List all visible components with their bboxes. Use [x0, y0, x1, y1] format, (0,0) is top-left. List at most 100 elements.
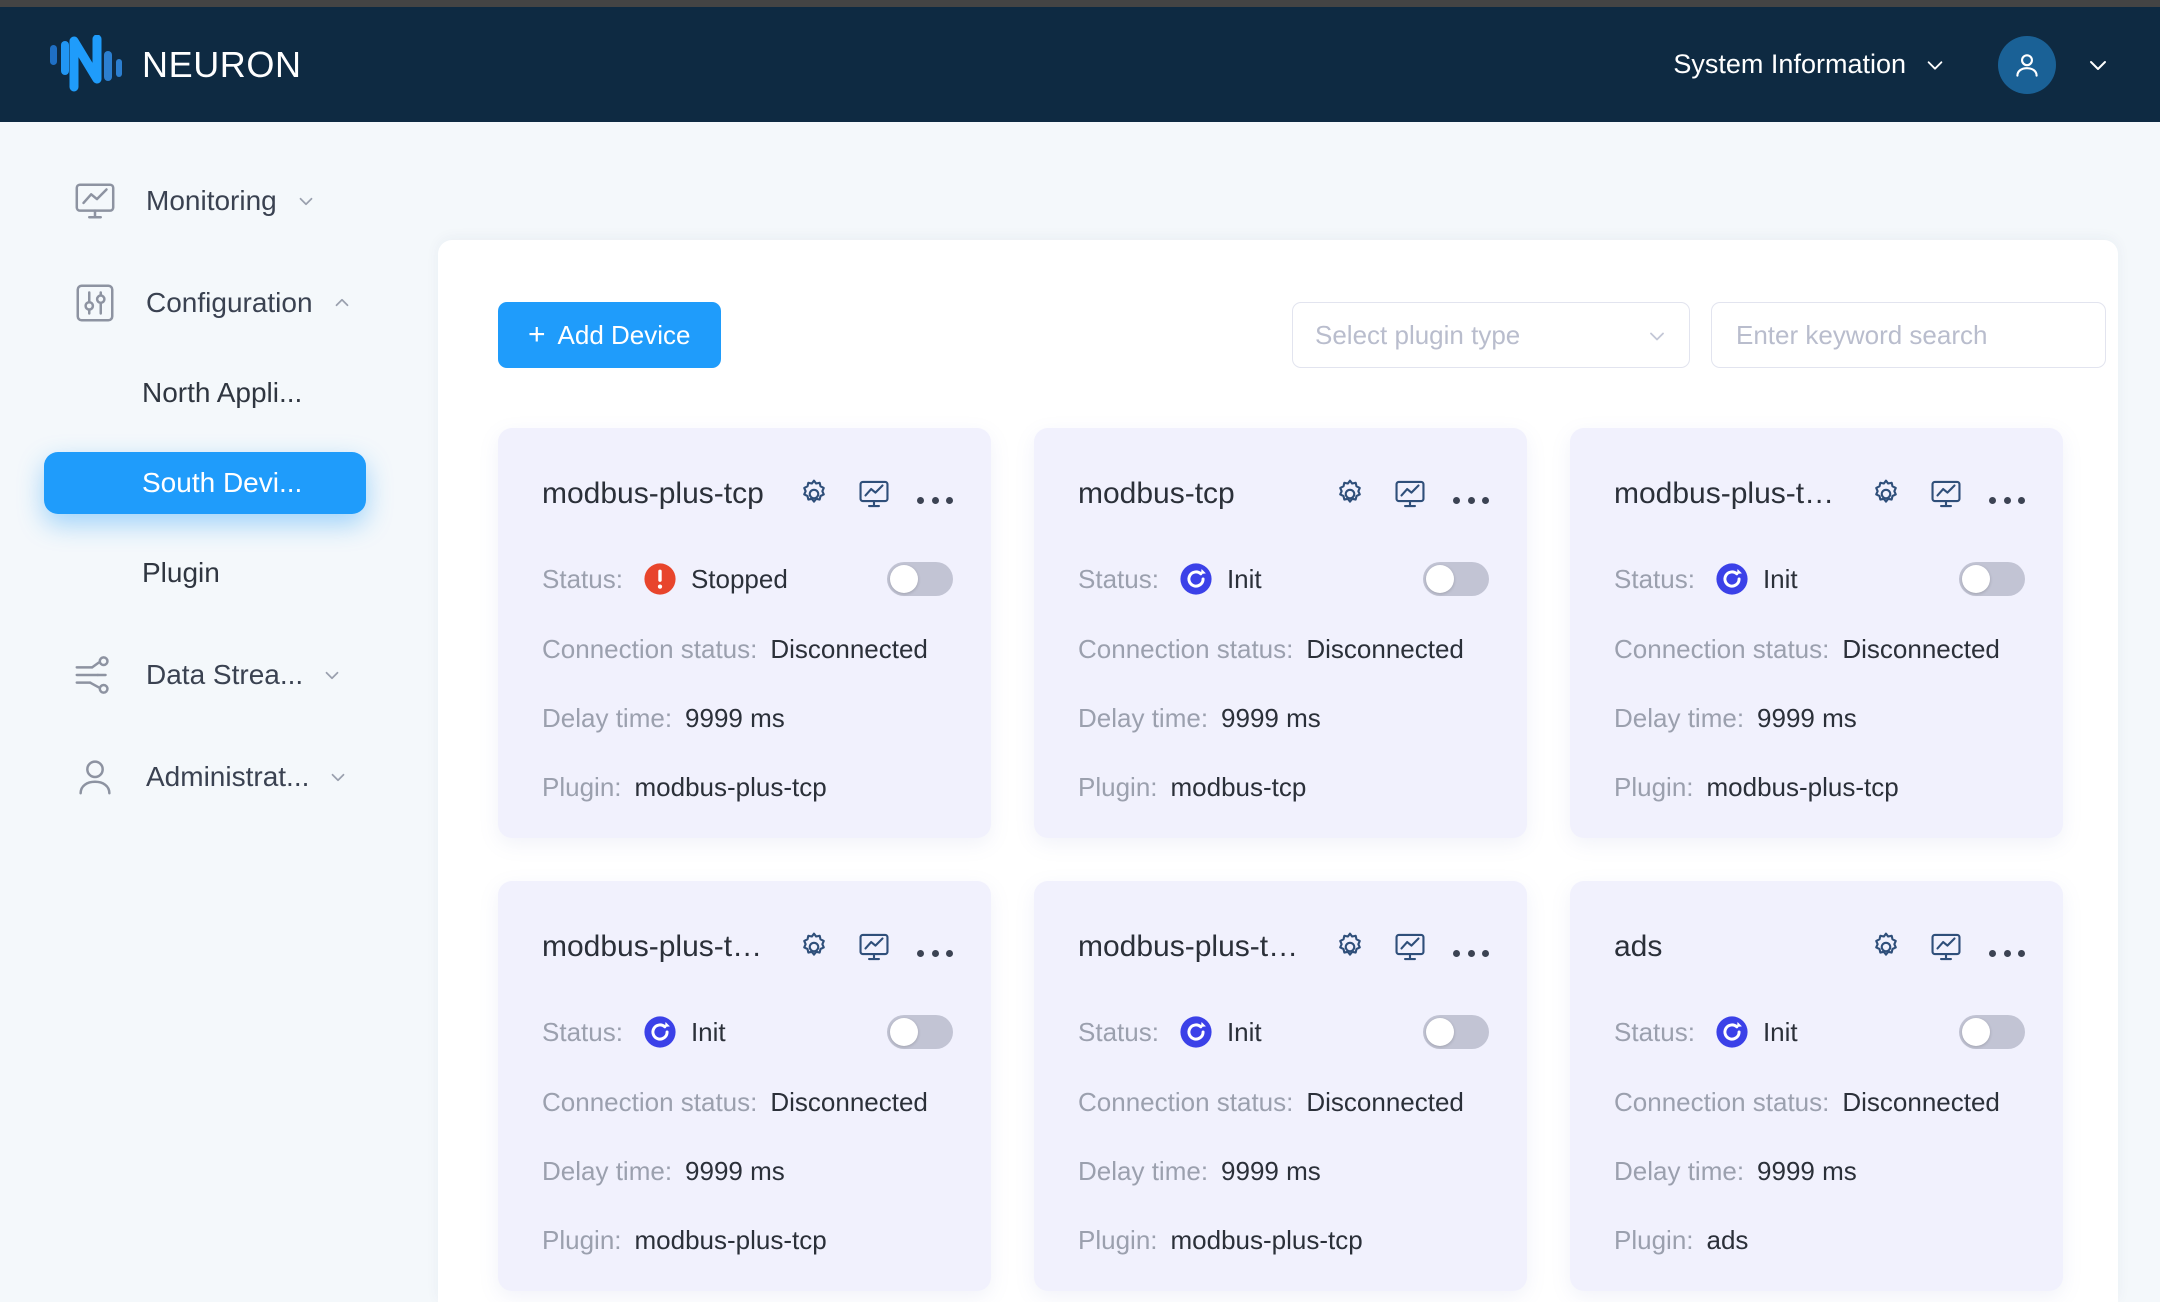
header-right: System Information	[1673, 36, 2110, 94]
device-status-row: Status: Init	[542, 1015, 953, 1049]
sidebar-item-monitoring[interactable]: Monitoring	[0, 170, 438, 232]
connection-status-row: Connection status: Disconnected	[1614, 1087, 2025, 1118]
avatar-chevron-down-icon[interactable]	[2086, 53, 2110, 77]
more-dots-icon[interactable]	[917, 477, 953, 511]
connection-status-value: Disconnected	[770, 634, 928, 665]
monitor-chart-icon[interactable]	[1929, 477, 1963, 511]
system-information-menu[interactable]: System Information	[1673, 49, 1946, 80]
gear-icon[interactable]	[1869, 930, 1903, 964]
monitor-chart-icon[interactable]	[1393, 477, 1427, 511]
device-name: modbus-plus-tcp...	[542, 930, 771, 964]
gear-icon[interactable]	[797, 477, 831, 511]
device-card-actions	[771, 930, 953, 964]
plugin-label: Plugin:	[1078, 1225, 1158, 1256]
neuron-logo-icon	[48, 35, 126, 95]
device-card-actions	[771, 477, 953, 511]
device-card-0[interactable]: modbus-plus-tcp	[498, 428, 991, 838]
device-enable-toggle[interactable]	[1423, 1015, 1489, 1049]
sidebar-item-administration[interactable]: Administrat...	[0, 746, 438, 808]
more-dots-icon[interactable]	[1453, 930, 1489, 964]
status-value: Init	[691, 1017, 726, 1048]
toolbar: + Add Device Select plugin type	[498, 302, 2058, 368]
monitor-chart-icon[interactable]	[857, 477, 891, 511]
toggle-knob	[890, 565, 918, 593]
plugin-value: modbus-tcp	[1171, 772, 1307, 803]
gear-icon[interactable]	[1333, 477, 1367, 511]
sidebar-label-north-apps: North Appli...	[142, 377, 302, 409]
status-value: Init	[1227, 1017, 1262, 1048]
monitor-chart-icon[interactable]	[857, 930, 891, 964]
status-label: Status:	[1078, 1017, 1159, 1048]
delay-time-value: 9999 ms	[1757, 1156, 1857, 1187]
monitor-chart-icon[interactable]	[1929, 930, 1963, 964]
sidebar-item-south-devices[interactable]: South Devi...	[44, 452, 366, 514]
more-dots-icon[interactable]	[1989, 930, 2025, 964]
sidebar-label-data-streams: Data Strea...	[146, 659, 303, 691]
device-enable-toggle[interactable]	[1959, 562, 2025, 596]
status-value: Init	[1227, 564, 1262, 595]
delay-time-label: Delay time:	[1614, 703, 1744, 734]
device-card-3[interactable]: modbus-plus-tcp...	[498, 881, 991, 1291]
sidebar-item-north-apps[interactable]: North Appli...	[0, 362, 438, 424]
sidebar-item-data-streams[interactable]: Data Strea...	[0, 644, 438, 706]
device-status-row: Status: Init	[1614, 562, 2025, 596]
system-information-label: System Information	[1673, 49, 1906, 80]
status-label: Status:	[542, 1017, 623, 1048]
plugin-row: Plugin: ads	[1614, 1225, 2025, 1256]
device-card-actions	[1307, 930, 1489, 964]
plugin-type-select[interactable]: Select plugin type	[1292, 302, 1690, 368]
chevron-up-icon	[331, 292, 353, 314]
search-input[interactable]	[1734, 319, 2083, 352]
avatar[interactable]	[1998, 36, 2056, 94]
monitor-chart-icon[interactable]	[1393, 930, 1427, 964]
plugin-label: Plugin:	[542, 772, 622, 803]
device-card-2[interactable]: modbus-plus-tcp-1	[1570, 428, 2063, 838]
status-label: Status:	[1614, 564, 1695, 595]
toggle-knob	[1962, 1018, 1990, 1046]
delay-time-row: Delay time: 9999 ms	[1078, 703, 1489, 734]
search-box[interactable]	[1711, 302, 2106, 368]
device-enable-toggle[interactable]	[887, 562, 953, 596]
device-card-1[interactable]: modbus-tcp Stat	[1034, 428, 1527, 838]
device-card-header: ads	[1614, 925, 2025, 969]
connection-status-value: Disconnected	[1842, 634, 2000, 665]
device-name: modbus-plus-tcp...	[1078, 930, 1307, 964]
delay-time-value: 9999 ms	[1221, 703, 1321, 734]
sidebar-label-administration: Administrat...	[146, 761, 309, 793]
gear-icon[interactable]	[797, 930, 831, 964]
device-enable-toggle[interactable]	[1959, 1015, 2025, 1049]
status-value: Init	[1763, 564, 1798, 595]
data-stream-icon	[72, 652, 118, 698]
main-panel: + Add Device Select plugin type modbus-p…	[438, 240, 2118, 1302]
add-device-button[interactable]: + Add Device	[498, 302, 721, 368]
device-card-5[interactable]: ads Status:	[1570, 881, 2063, 1291]
delay-time-row: Delay time: 9999 ms	[542, 703, 953, 734]
user-icon	[72, 754, 118, 800]
more-dots-icon[interactable]	[917, 930, 953, 964]
sidebar-item-configuration[interactable]: Configuration	[0, 272, 438, 334]
device-card-4[interactable]: modbus-plus-tcp...	[1034, 881, 1527, 1291]
more-dots-icon[interactable]	[1989, 477, 2025, 511]
more-dots-icon[interactable]	[1453, 477, 1489, 511]
sidebar-item-plugin[interactable]: Plugin	[0, 542, 438, 604]
brand[interactable]: NEURON	[48, 35, 302, 95]
plugin-value: modbus-plus-tcp	[635, 1225, 827, 1256]
connection-status-row: Connection status: Disconnected	[1614, 634, 2025, 665]
refresh-circle-icon	[643, 1015, 677, 1049]
status-value: Stopped	[691, 564, 788, 595]
connection-status-row: Connection status: Disconnected	[542, 1087, 953, 1118]
delay-time-row: Delay time: 9999 ms	[1078, 1156, 1489, 1187]
delay-time-value: 9999 ms	[1757, 703, 1857, 734]
gear-icon[interactable]	[1333, 930, 1367, 964]
connection-status-row: Connection status: Disconnected	[542, 634, 953, 665]
device-card-header: modbus-plus-tcp-1	[1614, 472, 2025, 516]
plugin-value: modbus-plus-tcp	[1171, 1225, 1363, 1256]
alert-circle-icon	[643, 562, 677, 596]
plugin-label: Plugin:	[542, 1225, 622, 1256]
delay-time-value: 9999 ms	[1221, 1156, 1321, 1187]
device-enable-toggle[interactable]	[887, 1015, 953, 1049]
connection-status-value: Disconnected	[1306, 634, 1464, 665]
gear-icon[interactable]	[1869, 477, 1903, 511]
device-enable-toggle[interactable]	[1423, 562, 1489, 596]
device-card-header: modbus-tcp	[1078, 472, 1489, 516]
